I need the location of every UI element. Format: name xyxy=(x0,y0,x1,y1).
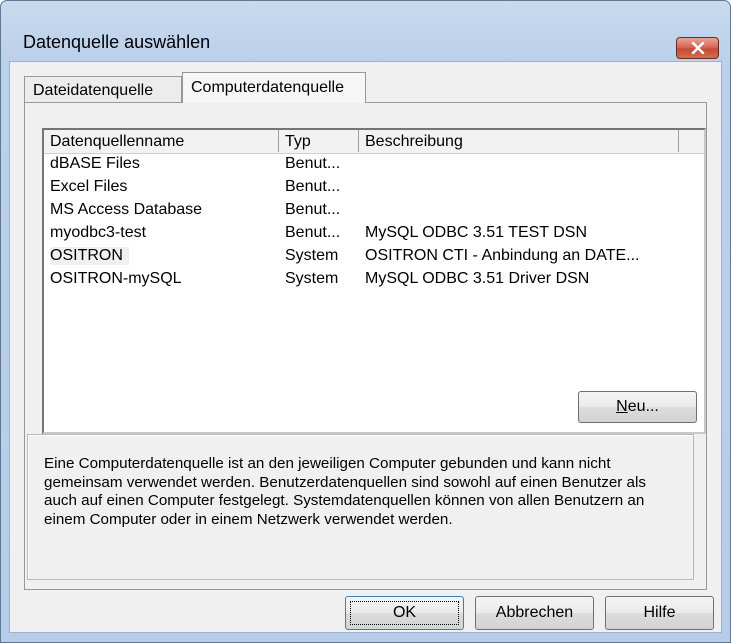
new-button-label: Neu... xyxy=(616,398,659,415)
dialog-window: Datenquelle auswählen Dateidatenquelle C… xyxy=(0,0,731,643)
cancel-button-label: Abbrechen xyxy=(495,604,574,621)
column-header-description[interactable]: Beschreibung xyxy=(359,130,679,152)
new-button-mnemonic: N xyxy=(616,398,628,415)
item-name: OSITRON xyxy=(50,247,129,265)
column-header-name[interactable]: Datenquellenname xyxy=(44,130,279,152)
item-type: Benut... xyxy=(285,155,341,172)
item-type: Benut... xyxy=(285,224,341,241)
ok-button-label: OK xyxy=(392,604,417,621)
column-header-type[interactable]: Typ xyxy=(279,130,359,152)
help-button[interactable]: Hilfe xyxy=(605,596,714,630)
item-type: Benut... xyxy=(285,201,341,218)
tab-file-data-source-label: Dateidatenquelle xyxy=(33,82,154,99)
item-description: MySQL ODBC 3.51 Driver DSN xyxy=(365,270,590,287)
item-type: Benut... xyxy=(285,178,341,195)
tab-computer-data-source[interactable]: Computerdatenquelle xyxy=(182,72,366,103)
cancel-button[interactable]: Abbrechen xyxy=(475,596,594,630)
item-name: MS Access Database xyxy=(50,201,203,218)
list-header: Datenquellenname Typ Beschreibung xyxy=(44,130,704,154)
item-name: dBASE Files xyxy=(50,155,140,172)
info-box: Eine Computerdatenquelle ist an den jewe… xyxy=(27,434,694,580)
close-icon xyxy=(691,42,705,54)
item-name: myodbc3-test xyxy=(50,224,147,241)
tab-computer-data-source-label: Computerdatenquelle xyxy=(191,79,344,96)
help-button-label: Hilfe xyxy=(643,604,676,621)
new-button-label-rest: eu... xyxy=(627,398,659,415)
ok-button[interactable]: OK xyxy=(345,596,464,630)
list-item[interactable]: MS Access Database Benut... xyxy=(44,199,704,222)
window-title: Datenquelle auswählen xyxy=(23,32,211,52)
list-item[interactable]: myodbc3-test Benut... MySQL ODBC 3.51 TE… xyxy=(44,222,704,245)
list-item[interactable]: dBASE Files Benut... xyxy=(44,153,704,176)
list-item-selected[interactable]: OSITRON System OSITRON CTI - Anbindung a… xyxy=(44,245,704,268)
list-item[interactable]: OSITRON-mySQL System MySQL ODBC 3.51 Dri… xyxy=(44,268,704,291)
dialog-client-area: Dateidatenquelle Computerdatenquelle Dat… xyxy=(9,61,722,633)
list-item[interactable]: Excel Files Benut... xyxy=(44,176,704,199)
item-description: OSITRON CTI - Anbindung an DATE... xyxy=(365,247,640,264)
title-bar[interactable]: Datenquelle auswählen xyxy=(1,1,730,59)
item-name: OSITRON-mySQL xyxy=(50,270,182,287)
item-type: System xyxy=(285,247,339,264)
info-text: Eine Computerdatenquelle ist an den jewe… xyxy=(44,455,646,528)
item-name: Excel Files xyxy=(50,178,128,195)
item-description: MySQL ODBC 3.51 TEST DSN xyxy=(365,224,587,241)
tab-file-data-source[interactable]: Dateidatenquelle xyxy=(24,76,182,102)
close-button[interactable] xyxy=(676,37,719,59)
item-type: System xyxy=(285,270,339,287)
data-source-list[interactable]: Datenquellenname Typ Beschreibung dBASE … xyxy=(42,128,706,434)
new-button[interactable]: Neu... xyxy=(578,391,697,423)
